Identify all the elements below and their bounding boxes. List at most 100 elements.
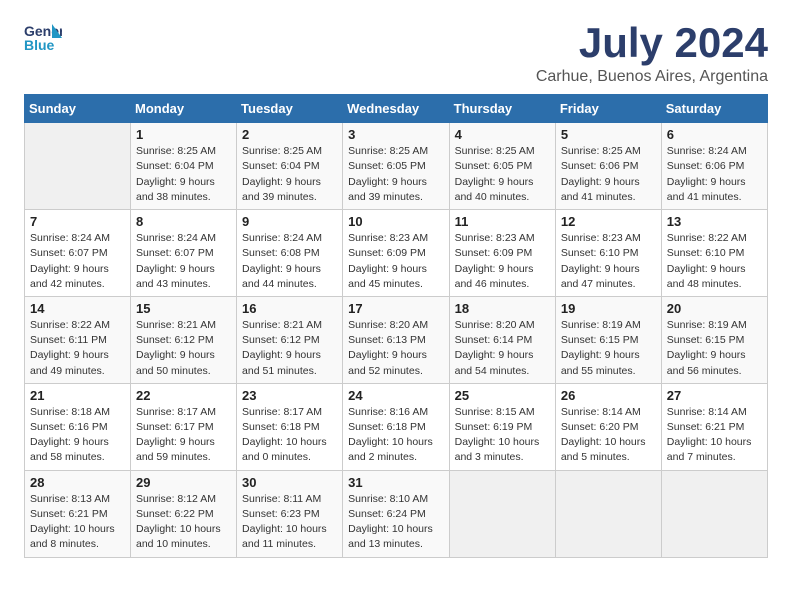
day-detail: Sunrise: 8:20 AMSunset: 6:14 PMDaylight:… [455, 318, 550, 379]
calendar-week-row: 7 Sunrise: 8:24 AMSunset: 6:07 PMDaylight… [25, 210, 768, 297]
calendar-header-row: SundayMondayTuesdayWednesdayThursdayFrid… [25, 95, 768, 123]
calendar-week-row: 28Sunrise: 8:13 AMSunset: 6:21 PMDayligh… [25, 470, 768, 557]
calendar-cell: 11 Sunrise: 8:23 AMSunset: 6:09 PMDayligh… [449, 210, 555, 297]
day-detail: Sunrise: 8:24 AMSunset: 6:07 PMDaylight:… [136, 231, 231, 292]
day-number: 9 [242, 214, 337, 229]
day-detail: Sunrise: 8:23 AMSunset: 6:09 PMDaylight:… [455, 231, 550, 292]
calendar-cell: 13 Sunrise: 8:22 AMSunset: 6:10 PMDayligh… [661, 210, 767, 297]
day-number: 28 [30, 475, 125, 490]
title-block: July 2024 Carhue, Buenos Aires, Argentin… [536, 20, 768, 86]
day-detail: Sunrise: 8:10 AMSunset: 6:24 PMDaylight:… [348, 492, 443, 553]
calendar-header-sunday: Sunday [25, 95, 131, 123]
calendar-week-row: 1 Sunrise: 8:25 AMSunset: 6:04 PMDaylight… [25, 123, 768, 210]
day-detail: Sunrise: 8:21 AMSunset: 6:12 PMDaylight:… [136, 318, 231, 379]
calendar-cell: 15 Sunrise: 8:21 AMSunset: 6:12 PMDayligh… [131, 296, 237, 383]
day-detail: Sunrise: 8:24 AMSunset: 6:07 PMDaylight:… [30, 231, 125, 292]
day-detail: Sunrise: 8:14 AMSunset: 6:20 PMDaylight:… [561, 405, 656, 466]
day-detail: Sunrise: 8:12 AMSunset: 6:22 PMDaylight:… [136, 492, 231, 553]
day-number: 4 [455, 127, 550, 142]
day-number: 5 [561, 127, 656, 142]
calendar-week-row: 14 Sunrise: 8:22 AMSunset: 6:11 PMDayligh… [25, 296, 768, 383]
day-detail: Sunrise: 8:11 AMSunset: 6:23 PMDaylight:… [242, 492, 337, 553]
day-detail: Sunrise: 8:20 AMSunset: 6:13 PMDaylight:… [348, 318, 443, 379]
calendar-cell: 31 Sunrise: 8:10 AMSunset: 6:24 PMDayligh… [343, 470, 449, 557]
calendar-header-tuesday: Tuesday [237, 95, 343, 123]
day-number: 8 [136, 214, 231, 229]
calendar-header-monday: Monday [131, 95, 237, 123]
calendar-table: SundayMondayTuesdayWednesdayThursdayFrid… [24, 94, 768, 557]
calendar-cell: 23 Sunrise: 8:17 AMSunset: 6:18 PMDayligh… [237, 383, 343, 470]
day-detail: Sunrise: 8:24 AMSunset: 6:08 PMDaylight:… [242, 231, 337, 292]
calendar-cell: 4 Sunrise: 8:25 AMSunset: 6:05 PMDaylight… [449, 123, 555, 210]
day-detail: Sunrise: 8:17 AMSunset: 6:18 PMDaylight:… [242, 405, 337, 466]
calendar-cell: 3Sunrise: 8:25 AMSunset: 6:05 PMDaylight… [343, 123, 449, 210]
day-number: 13 [667, 214, 762, 229]
calendar-cell: 6 Sunrise: 8:24 AMSunset: 6:06 PMDaylight… [661, 123, 767, 210]
calendar-cell [661, 470, 767, 557]
calendar-header-saturday: Saturday [661, 95, 767, 123]
day-number: 6 [667, 127, 762, 142]
day-number: 26 [561, 388, 656, 403]
calendar-cell: 28Sunrise: 8:13 AMSunset: 6:21 PMDayligh… [25, 470, 131, 557]
day-number: 20 [667, 301, 762, 316]
logo-graphic: General Blue [24, 20, 62, 59]
day-detail: Sunrise: 8:25 AMSunset: 6:05 PMDaylight:… [455, 144, 550, 205]
day-detail: Sunrise: 8:24 AMSunset: 6:06 PMDaylight:… [667, 144, 762, 205]
day-detail: Sunrise: 8:25 AMSunset: 6:04 PMDaylight:… [242, 144, 337, 205]
calendar-cell: 14 Sunrise: 8:22 AMSunset: 6:11 PMDayligh… [25, 296, 131, 383]
day-detail: Sunrise: 8:18 AMSunset: 6:16 PMDaylight:… [30, 405, 125, 466]
calendar-cell: 26 Sunrise: 8:14 AMSunset: 6:20 PMDayligh… [555, 383, 661, 470]
day-detail: Sunrise: 8:19 AMSunset: 6:15 PMDaylight:… [667, 318, 762, 379]
day-number: 19 [561, 301, 656, 316]
calendar-cell: 18Sunrise: 8:20 AMSunset: 6:14 PMDayligh… [449, 296, 555, 383]
calendar-cell: 22Sunrise: 8:17 AMSunset: 6:17 PMDayligh… [131, 383, 237, 470]
calendar-cell: 19 Sunrise: 8:19 AMSunset: 6:15 PMDayligh… [555, 296, 661, 383]
calendar-header-thursday: Thursday [449, 95, 555, 123]
calendar-cell: 25 Sunrise: 8:15 AMSunset: 6:19 PMDayligh… [449, 383, 555, 470]
calendar-cell: 20 Sunrise: 8:19 AMSunset: 6:15 PMDayligh… [661, 296, 767, 383]
calendar-cell: 8 Sunrise: 8:24 AMSunset: 6:07 PMDaylight… [131, 210, 237, 297]
day-number: 12 [561, 214, 656, 229]
day-number: 16 [242, 301, 337, 316]
day-number: 24 [348, 388, 443, 403]
day-detail: Sunrise: 8:19 AMSunset: 6:15 PMDaylight:… [561, 318, 656, 379]
day-number: 30 [242, 475, 337, 490]
day-number: 31 [348, 475, 443, 490]
calendar-body: 1 Sunrise: 8:25 AMSunset: 6:04 PMDaylight… [25, 123, 768, 557]
calendar-cell [25, 123, 131, 210]
logo: General Blue [24, 20, 62, 59]
day-number: 22 [136, 388, 231, 403]
day-detail: Sunrise: 8:22 AMSunset: 6:10 PMDaylight:… [667, 231, 762, 292]
calendar-cell: 7 Sunrise: 8:24 AMSunset: 6:07 PMDaylight… [25, 210, 131, 297]
day-detail: Sunrise: 8:22 AMSunset: 6:11 PMDaylight:… [30, 318, 125, 379]
calendar-cell: 16Sunrise: 8:21 AMSunset: 6:12 PMDayligh… [237, 296, 343, 383]
day-number: 7 [30, 214, 125, 229]
day-detail: Sunrise: 8:23 AMSunset: 6:10 PMDaylight:… [561, 231, 656, 292]
day-number: 1 [136, 127, 231, 142]
day-number: 27 [667, 388, 762, 403]
calendar-cell [555, 470, 661, 557]
main-title: July 2024 [536, 20, 768, 66]
calendar-cell: 29Sunrise: 8:12 AMSunset: 6:22 PMDayligh… [131, 470, 237, 557]
day-number: 10 [348, 214, 443, 229]
calendar-header-wednesday: Wednesday [343, 95, 449, 123]
day-detail: Sunrise: 8:25 AMSunset: 6:04 PMDaylight:… [136, 144, 231, 205]
day-number: 25 [455, 388, 550, 403]
calendar-cell: 5Sunrise: 8:25 AMSunset: 6:06 PMDaylight… [555, 123, 661, 210]
calendar-cell: 12 Sunrise: 8:23 AMSunset: 6:10 PMDayligh… [555, 210, 661, 297]
day-detail: Sunrise: 8:23 AMSunset: 6:09 PMDaylight:… [348, 231, 443, 292]
calendar-cell: 30 Sunrise: 8:11 AMSunset: 6:23 PMDayligh… [237, 470, 343, 557]
calendar-cell: 17Sunrise: 8:20 AMSunset: 6:13 PMDayligh… [343, 296, 449, 383]
calendar-cell [449, 470, 555, 557]
calendar-cell: 24Sunrise: 8:16 AMSunset: 6:18 PMDayligh… [343, 383, 449, 470]
subtitle: Carhue, Buenos Aires, Argentina [536, 68, 768, 86]
day-number: 14 [30, 301, 125, 316]
calendar-cell: 9 Sunrise: 8:24 AMSunset: 6:08 PMDaylight… [237, 210, 343, 297]
calendar-week-row: 21Sunrise: 8:18 AMSunset: 6:16 PMDayligh… [25, 383, 768, 470]
day-number: 11 [455, 214, 550, 229]
day-number: 2 [242, 127, 337, 142]
day-detail: Sunrise: 8:15 AMSunset: 6:19 PMDaylight:… [455, 405, 550, 466]
day-number: 23 [242, 388, 337, 403]
day-detail: Sunrise: 8:14 AMSunset: 6:21 PMDaylight:… [667, 405, 762, 466]
day-number: 15 [136, 301, 231, 316]
